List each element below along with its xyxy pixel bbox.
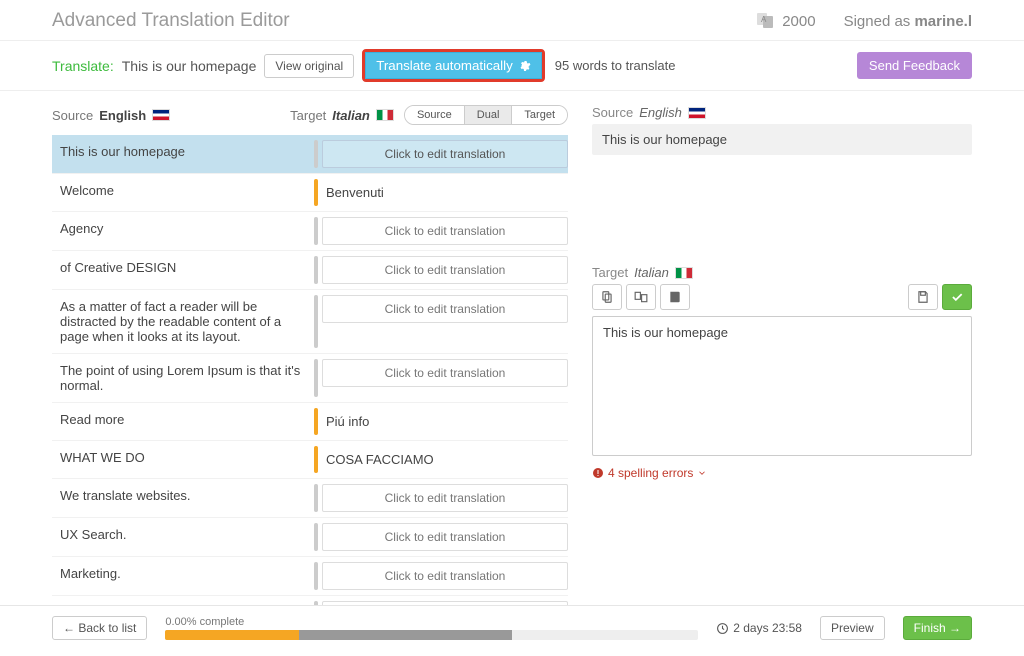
segment-row[interactable]: Marketing. Click to edit translation [52,556,568,595]
segment-source: Agency [52,212,310,250]
finish-button[interactable]: Finish → [903,616,972,640]
glossary-button[interactable] [660,284,690,310]
segment-row[interactable]: Read more Piú info [52,402,568,440]
segment-source: Development. [52,596,310,605]
italy-flag-icon [675,267,693,279]
rp-source-text: This is our homepage [592,124,972,155]
credits-display: A 2000 [756,12,815,30]
click-to-edit-button[interactable]: Click to edit translation [322,562,568,590]
status-indicator [314,484,318,512]
progress-indicator: 0.00% complete [165,616,698,640]
progress-label: 0.00% complete [165,616,698,628]
view-original-button[interactable]: View original [264,54,354,78]
save-button[interactable] [908,284,938,310]
app-title: Advanced Translation Editor [52,10,756,32]
translate-credits-icon: A [756,12,776,30]
view-target-button[interactable]: Target [511,106,567,124]
translation-textarea[interactable] [592,316,972,456]
segment-row[interactable]: WHAT WE DO COSA FACCIAMO [52,440,568,478]
segment-source: Read more [52,403,310,440]
status-indicator [314,359,318,397]
warning-icon [592,467,604,479]
italy-flag-icon [376,109,394,121]
segment-source: of Creative DESIGN [52,251,310,289]
status-indicator [314,256,318,284]
click-to-edit-button[interactable]: Click to edit translation [322,256,568,284]
spelling-errors-link[interactable]: 4 spelling errors [592,466,972,480]
segment-translation[interactable]: Benvenuti [322,179,568,206]
segment-row[interactable]: Development.Click to edit translation [52,595,568,605]
click-to-edit-button[interactable]: Click to edit translation [322,217,568,245]
click-to-edit-button[interactable]: Click to edit translation [322,140,568,168]
status-indicator [314,140,318,168]
segment-source: As a matter of fact a reader will be dis… [52,290,310,353]
chevron-down-icon [697,468,707,478]
segment-source: We translate websites. [52,479,310,517]
segment-translation[interactable]: Piú info [322,408,568,435]
segment-row[interactable]: Welcome Benvenuti [52,173,568,211]
translating-page-name: This is our homepage [122,58,257,74]
status-indicator [314,523,318,551]
translate-label: Translate: [52,58,114,74]
uk-flag-icon [688,107,706,119]
view-dual-button[interactable]: Dual [464,106,512,124]
click-to-edit-button[interactable]: Click to edit translation [322,359,568,387]
preview-button[interactable]: Preview [820,616,885,640]
progress-bar [165,630,698,640]
segment-source: Welcome [52,174,310,211]
target-language-label: Target Italian [290,108,394,123]
source-language-label: Source English [52,108,170,123]
translate-automatically-button[interactable]: Translate automatically [365,52,542,79]
rp-target-label: Target Italian [592,265,972,280]
svg-text:A: A [761,15,767,24]
click-to-edit-button[interactable]: Click to edit translation [322,484,568,512]
status-indicator [314,562,318,590]
click-to-edit-button[interactable]: Click to edit translation [322,523,568,551]
uk-flag-icon [152,109,170,121]
words-remaining: 95 words to translate [555,58,676,73]
back-to-list-button[interactable]: ← Back to list [52,616,147,640]
send-feedback-button[interactable]: Send Feedback [857,52,972,79]
machine-translate-button[interactable] [626,284,656,310]
segment-row[interactable]: of Creative DESIGN Click to edit translat… [52,250,568,289]
status-indicator [314,179,318,206]
segment-row[interactable]: The point of using Lorem Ipsum is that i… [52,353,568,402]
segment-row[interactable]: We translate websites. Click to edit tran… [52,478,568,517]
segment-source: Marketing. [52,557,310,595]
segment-row[interactable]: Agency Click to edit translation [52,211,568,250]
segment-translation[interactable]: COSA FACCIAMO [322,446,568,473]
status-indicator [314,295,318,348]
confirm-button[interactable] [942,284,972,310]
rp-source-label: Source English [592,105,972,120]
status-indicator [314,217,318,245]
segment-row[interactable]: As a matter of fact a reader will be dis… [52,289,568,353]
status-indicator [314,446,318,473]
segment-source: WHAT WE DO [52,441,310,478]
status-indicator [314,408,318,435]
copy-source-button[interactable] [592,284,622,310]
signed-in-user: Signed as marine.l [844,13,972,30]
segment-row[interactable]: UX Search. Click to edit translation [52,517,568,556]
credits-amount: 2000 [782,13,815,30]
clock-icon [716,622,729,635]
segment-source: This is our homepage [52,135,310,173]
click-to-edit-button[interactable]: Click to edit translation [322,295,568,323]
gear-icon [519,60,531,72]
view-mode-toggle: Source Dual Target [404,105,568,125]
view-source-button[interactable]: Source [405,106,464,124]
highlight-frame: Translate automatically [362,49,545,82]
segment-source: UX Search. [52,518,310,556]
segment-source: The point of using Lorem Ipsum is that i… [52,354,310,402]
deadline-display: 2 days 23:58 [716,621,802,635]
segment-row[interactable]: This is our homepage Click to edit transl… [52,135,568,173]
